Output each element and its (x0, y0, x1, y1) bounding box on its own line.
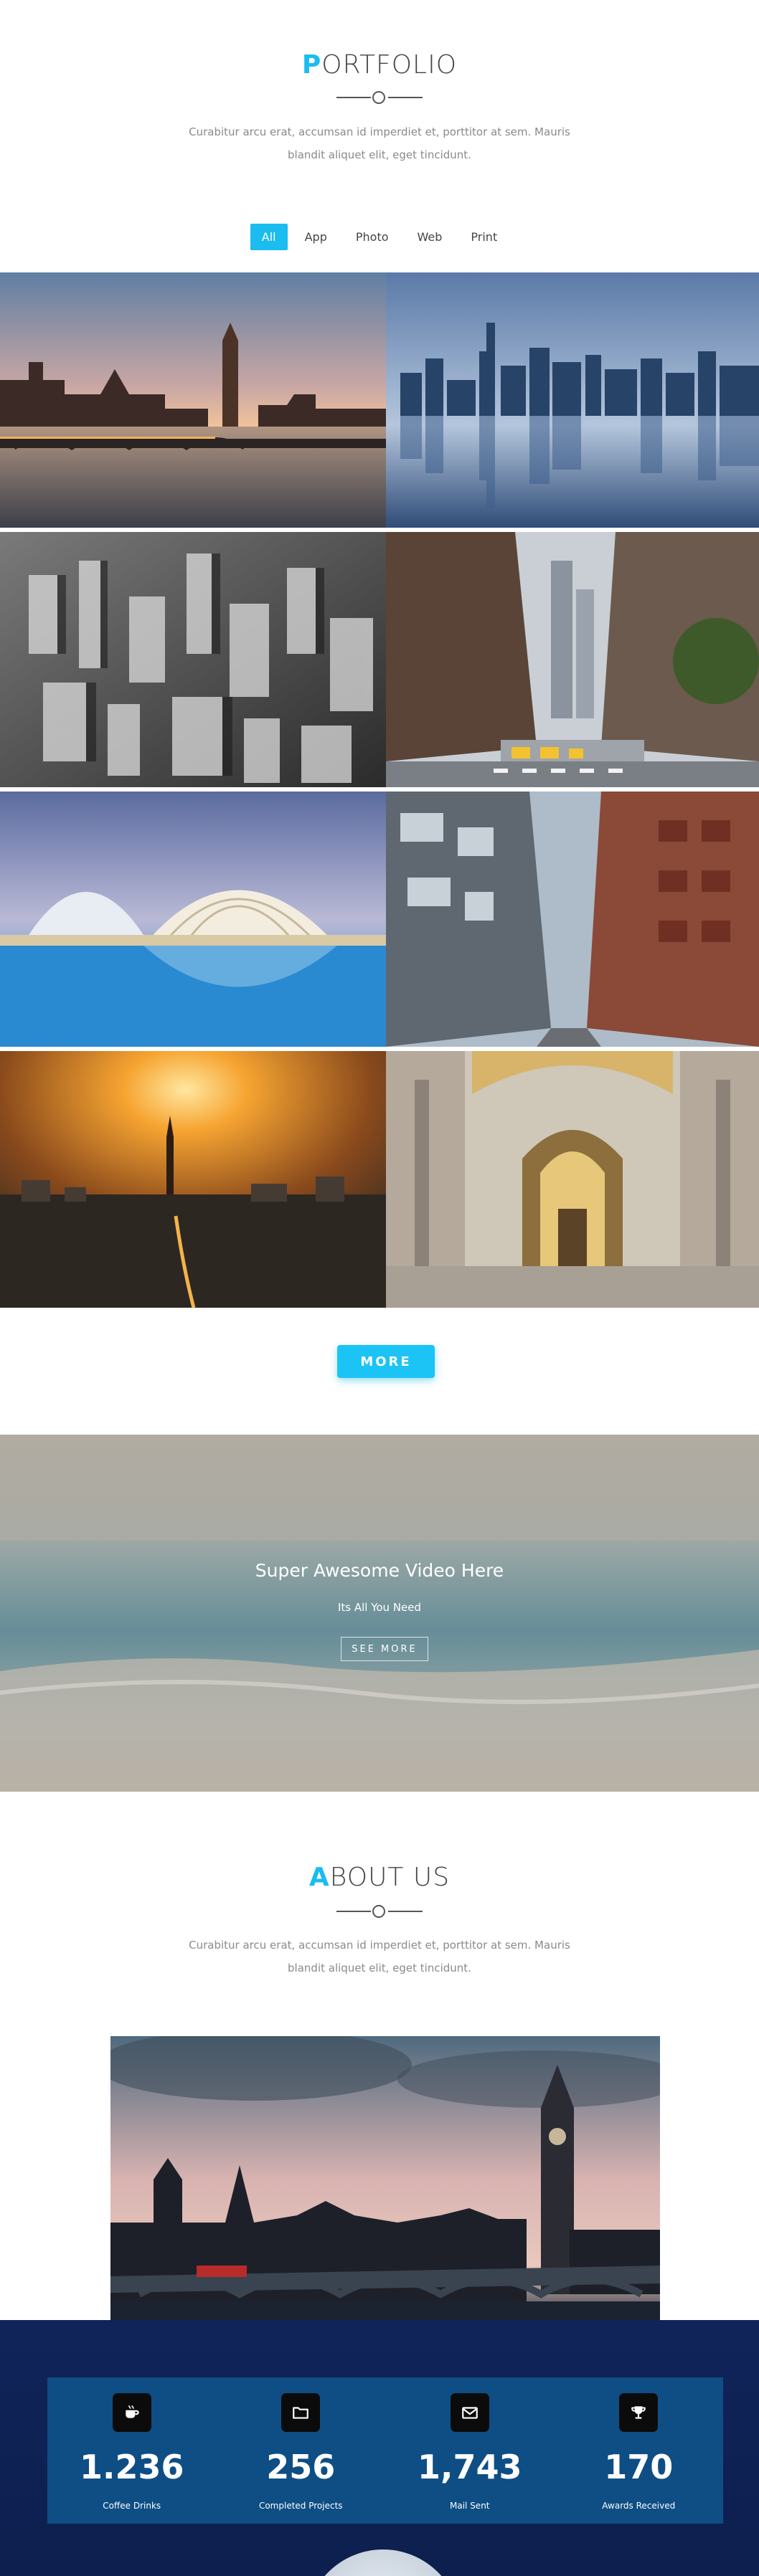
filter-app[interactable]: App (293, 224, 339, 250)
trophy-icon (619, 2393, 659, 2432)
about-image (110, 2036, 660, 2323)
portfolio-item-city-avenue[interactable] (386, 792, 759, 1047)
about-title-initial: A (308, 1863, 330, 1892)
filter-photo[interactable]: Photo (344, 224, 400, 250)
moon-image (306, 2549, 461, 2576)
stats-section: 1.236 Coffee Drinks 256 Completed Projec… (0, 2320, 759, 2576)
stat-label: Mail Sent (450, 2501, 490, 2511)
portfolio-filters: All App Photo Web Print (0, 224, 759, 250)
stat-value: 170 (604, 2448, 674, 2486)
portfolio-item-cathedral[interactable] (386, 1051, 759, 1308)
see-more-button[interactable]: SEE MORE (341, 1637, 428, 1661)
portfolio-item-sunset-tower[interactable] (0, 1051, 386, 1308)
envelope-icon (450, 2393, 489, 2432)
video-title: Super Awesome Video Here (255, 1560, 504, 1581)
about-title: ABOUT US (0, 1863, 759, 1892)
about-divider (336, 1904, 423, 1919)
stat-awards: 170 Awards Received (555, 2377, 724, 2524)
portfolio-title-initial: P (301, 50, 322, 80)
stat-label: Coffee Drinks (103, 2501, 161, 2511)
portfolio-item-london-bridge[interactable] (0, 272, 386, 528)
filter-all[interactable]: All (250, 224, 288, 250)
stat-value: 256 (266, 2448, 336, 2486)
portfolio-item-skyline-reflection[interactable] (386, 272, 759, 528)
filter-web[interactable]: Web (406, 224, 454, 250)
folder-icon (281, 2393, 321, 2432)
video-section: Super Awesome Video Here Its All You Nee… (0, 1435, 759, 1792)
portfolio-item-futuristic-architecture[interactable] (0, 792, 386, 1047)
stat-value: 1.236 (79, 2448, 184, 2486)
stat-label: Awards Received (602, 2501, 676, 2511)
stat-value: 1,743 (417, 2448, 522, 2486)
stat-mail: 1,743 Mail Sent (385, 2377, 555, 2524)
portfolio-divider (336, 90, 423, 105)
coffee-icon (112, 2393, 151, 2432)
portfolio-gallery (0, 272, 759, 1308)
portfolio-title-rest: ORTFOLIO (321, 50, 458, 80)
stats-panel: 1.236 Coffee Drinks 256 Completed Projec… (47, 2377, 723, 2524)
stat-label: Completed Projects (258, 2501, 343, 2511)
portfolio-item-city-street[interactable] (386, 532, 759, 787)
stat-projects: 256 Completed Projects (217, 2377, 386, 2524)
portfolio-item-bw-aerial[interactable] (0, 532, 386, 787)
filter-print[interactable]: Print (459, 224, 509, 250)
more-button[interactable]: MORE (337, 1345, 435, 1378)
stat-coffee: 1.236 Coffee Drinks (47, 2377, 217, 2524)
portfolio-title: PORTFOLIO (0, 50, 759, 80)
video-subtitle: Its All You Need (337, 1601, 422, 1614)
about-description: Curabitur arcu erat, accumsan id imperdi… (189, 1939, 570, 1974)
portfolio-description: Curabitur arcu erat, accumsan id imperdi… (189, 125, 570, 161)
about-title-rest: BOUT US (329, 1863, 451, 1892)
